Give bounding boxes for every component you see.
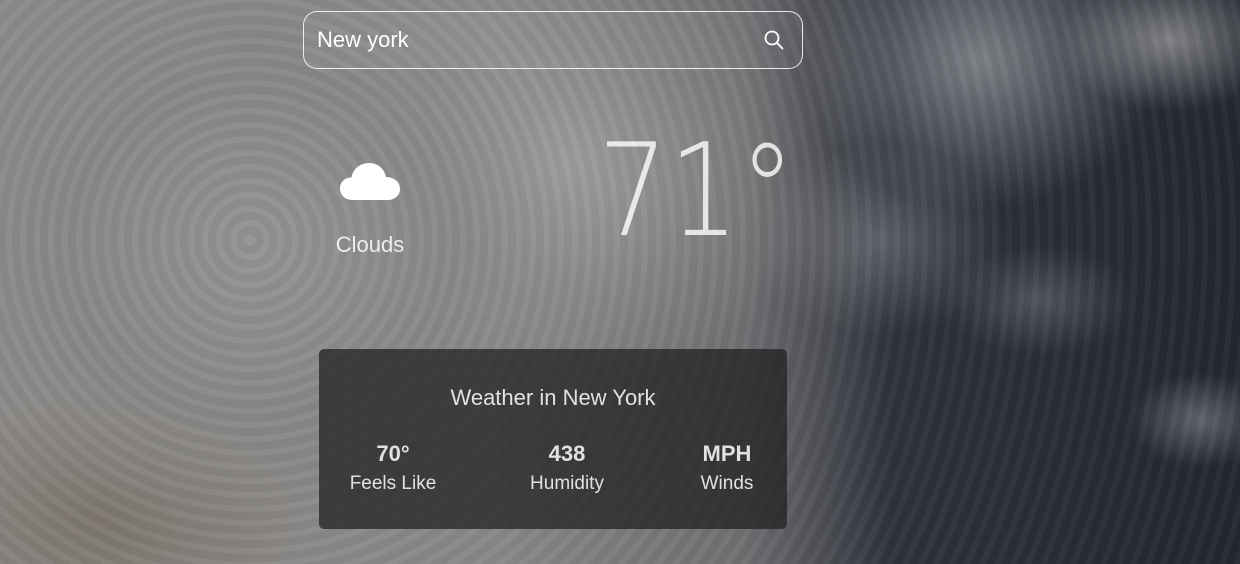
search-bar xyxy=(303,11,803,69)
weather-details-card: Weather in New York 70° Feels Like 438 H… xyxy=(319,349,787,529)
stat-value: 70° xyxy=(376,441,410,466)
stat-humidity: 438 Humidity xyxy=(497,441,637,495)
card-title: Weather in New York xyxy=(450,385,656,410)
search-input[interactable] xyxy=(304,12,754,68)
stat-label: Feels Like xyxy=(349,473,437,494)
current-temperature: 71° xyxy=(598,117,796,266)
stat-winds: MPH Winds xyxy=(657,441,797,495)
stat-value: MPH xyxy=(702,441,752,466)
condition-panel: Clouds xyxy=(320,160,420,258)
stat-value: 438 xyxy=(548,441,586,466)
cloud-icon xyxy=(340,163,400,200)
condition-label: Clouds xyxy=(335,232,405,257)
search-button[interactable] xyxy=(754,20,794,60)
stat-label: Humidity xyxy=(530,473,604,494)
stat-feels-like: 70° Feels Like xyxy=(323,441,463,495)
search-icon xyxy=(764,30,784,50)
stat-label: Winds xyxy=(700,473,754,494)
